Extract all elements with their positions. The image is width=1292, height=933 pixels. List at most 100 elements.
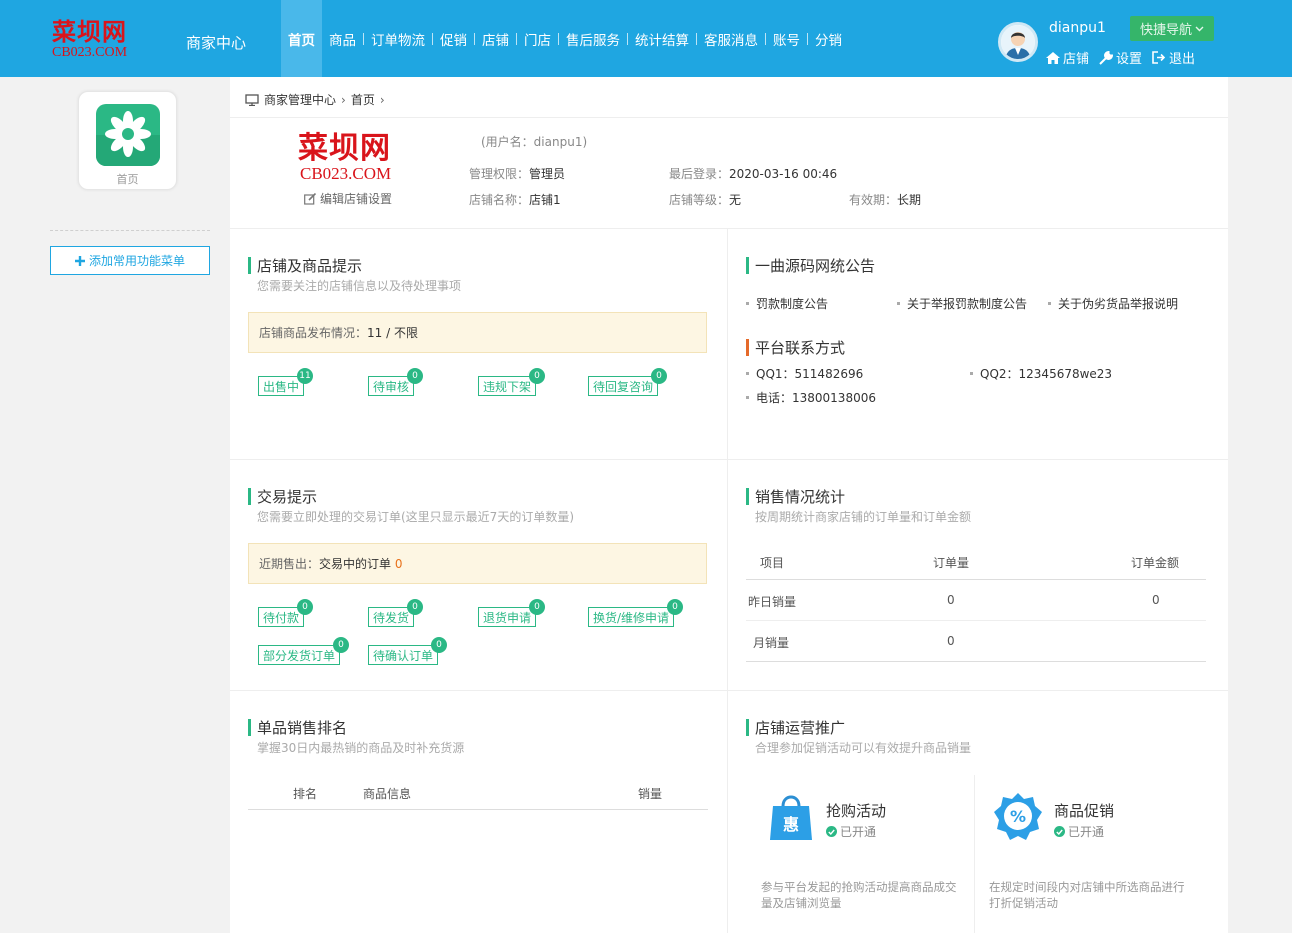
contact-qq2: QQ2：12345678we23: [970, 365, 1112, 382]
profile-validity: 有效期：长期: [849, 193, 922, 207]
nav-distribution[interactable]: 分销: [808, 0, 849, 77]
profile-shop-name: 店铺名称：店铺1: [469, 193, 561, 207]
shop-logo-en: CB023.COM: [300, 164, 392, 183]
home-icon: [1046, 51, 1060, 64]
flash-sale-name[interactable]: 抢购活动: [826, 800, 886, 821]
tag-exchange-repair[interactable]: 换货/维修申请 0: [588, 599, 684, 627]
site-logo[interactable]: 菜坝网 CB023.COM: [52, 18, 142, 66]
notice-item[interactable]: 关于举报罚款制度公告: [897, 295, 1027, 312]
column-divider: [727, 229, 728, 933]
tag-pending-confirm[interactable]: 待确认订单 0: [368, 637, 448, 665]
logout-link[interactable]: 退出: [1152, 48, 1195, 67]
sales-stats-title: 销售情况统计: [746, 486, 845, 507]
count-badge: 0: [667, 599, 684, 615]
stats-row-orders: 0: [947, 593, 955, 607]
notice-item[interactable]: 罚款制度公告: [746, 295, 828, 312]
flash-sale-status: 已开通: [826, 823, 876, 840]
main-nav: 首页 商品 订单物流 促销 店铺 门店 售后服务 统计结算 客服消息 账号 分销: [281, 0, 849, 77]
breadcrumb-current[interactable]: 首页: [351, 91, 375, 108]
nav-shop[interactable]: 店铺: [475, 0, 516, 77]
trade-tips-subtitle: 您需要立即处理的交易订单(这里只显示最近7天的订单数量): [257, 510, 575, 524]
last-login-value: 2020-03-16 00:46: [729, 167, 838, 181]
count-badge: 0: [297, 599, 314, 615]
nav-home[interactable]: 首页: [281, 0, 322, 77]
tag-pending-reply[interactable]: 待回复咨询 0: [588, 368, 668, 396]
wrench-icon: [1099, 50, 1114, 65]
monitor-icon: [245, 93, 259, 106]
tag-violation-removed[interactable]: 违规下架 0: [478, 368, 546, 396]
nav-after-sales[interactable]: 售后服务: [559, 0, 627, 77]
tag-on-sale[interactable]: 出售中 11: [258, 368, 314, 396]
divider: [230, 690, 1228, 691]
table-line: [248, 809, 708, 810]
stats-row-orders: 0: [947, 634, 955, 648]
quick-nav-button[interactable]: 快捷导航: [1130, 16, 1214, 41]
home-shortcut-tile[interactable]: 首页: [78, 91, 177, 190]
notice-item[interactable]: 关于伪劣货品举报说明: [1048, 295, 1178, 312]
count-badge: 0: [529, 368, 546, 384]
table-line: [746, 661, 1206, 662]
breadcrumb-root[interactable]: 商家管理中心: [264, 91, 336, 108]
contact-qq1: QQ1：511482696: [746, 365, 863, 382]
nav-customer-service[interactable]: 客服消息: [697, 0, 765, 77]
shop-tips-subtitle: 您需要关注的店铺信息以及待处理事项: [257, 279, 462, 293]
contact-title: 平台联系方式: [746, 337, 845, 358]
tag-partial-shipment[interactable]: 部分发货订单 0: [258, 637, 350, 665]
sidebar-divider: [50, 230, 210, 231]
profile-last-login: 最后登录：2020-03-16 00:46: [669, 167, 838, 181]
recent-sales-box: 近期售出： 交易中的订单 0: [248, 543, 707, 584]
breadcrumb-arrow-icon: ›: [341, 92, 346, 107]
nav-stores[interactable]: 门店: [517, 0, 558, 77]
stats-header-amount: 订单金额: [1131, 556, 1180, 570]
check-circle-icon: [1054, 826, 1065, 837]
main-panel: 商家管理中心 › 首页 › 菜坝网 CB023.COM 编辑店铺设置 (用户名：…: [230, 77, 1228, 933]
contact-phone: 电话：13800138006: [746, 389, 876, 406]
table-line: [746, 620, 1206, 621]
settings-link[interactable]: 设置: [1099, 48, 1142, 67]
tag-pending-shipment[interactable]: 待发货 0: [368, 599, 424, 627]
count-badge: 0: [407, 599, 424, 615]
count-badge: 0: [651, 368, 668, 384]
breadcrumb: 商家管理中心 › 首页 ›: [245, 91, 385, 108]
shop-link-label: 店铺: [1063, 52, 1090, 67]
ranking-header-goods: 商品信息: [363, 787, 412, 801]
validity-value: 长期: [897, 193, 922, 207]
nav-goods[interactable]: 商品: [322, 0, 363, 77]
user-links: 店铺 设置 退出: [1046, 48, 1195, 67]
tag-pending-review[interactable]: 待审核 0: [368, 368, 424, 396]
add-common-menu-button[interactable]: 添加常用功能菜单: [50, 246, 210, 275]
ranking-header-sales: 销量: [638, 787, 663, 801]
goods-promotion-name[interactable]: 商品促销: [1054, 800, 1114, 821]
tag-return-request[interactable]: 退货申请 0: [478, 599, 546, 627]
shop-link[interactable]: 店铺: [1046, 48, 1089, 67]
plus-icon: [74, 255, 85, 266]
promo-divider: [974, 775, 975, 933]
count-badge: 0: [529, 599, 546, 615]
logo-text-cn: 菜坝网: [52, 17, 127, 46]
top-header: 菜坝网 CB023.COM 商家中心 首页 商品 订单物流 促销 店铺 门店 售…: [0, 0, 1292, 77]
goods-promotion-desc: 在规定时间段内对店铺中所选商品进行打折促销活动: [989, 880, 1185, 910]
profile-shop-level: 店铺等级：无: [669, 193, 742, 207]
merchant-center-title[interactable]: 商家中心: [186, 32, 246, 53]
nav-promotion[interactable]: 促销: [433, 0, 474, 77]
nav-orders[interactable]: 订单物流: [364, 0, 432, 77]
edit-icon: [304, 192, 317, 205]
edit-shop-settings-link[interactable]: 编辑店铺设置: [304, 190, 392, 207]
shop-logo-cn: 菜坝网: [298, 131, 391, 166]
logout-icon: [1152, 51, 1166, 64]
edit-shop-label: 编辑店铺设置: [320, 192, 393, 206]
avatar[interactable]: [998, 22, 1038, 62]
username[interactable]: dianpu1: [1049, 20, 1106, 36]
profile-permission: 管理权限：管理员: [469, 167, 566, 181]
flash-sale-bag-icon[interactable]: 惠: [768, 792, 814, 840]
nav-account[interactable]: 账号: [766, 0, 807, 77]
flower-icon: [96, 104, 160, 166]
divider: [230, 117, 1228, 118]
trade-tips-title: 交易提示: [248, 486, 317, 507]
tag-pending-payment[interactable]: 待付款 0: [258, 599, 314, 627]
nav-statistics[interactable]: 统计结算: [628, 0, 696, 77]
stats-row-label: 月销量: [753, 636, 790, 650]
discount-badge-icon[interactable]: %: [994, 792, 1042, 840]
announcement-title: 一曲源码网统公告: [746, 255, 875, 276]
quick-nav-label: 快捷导航: [1139, 23, 1192, 38]
